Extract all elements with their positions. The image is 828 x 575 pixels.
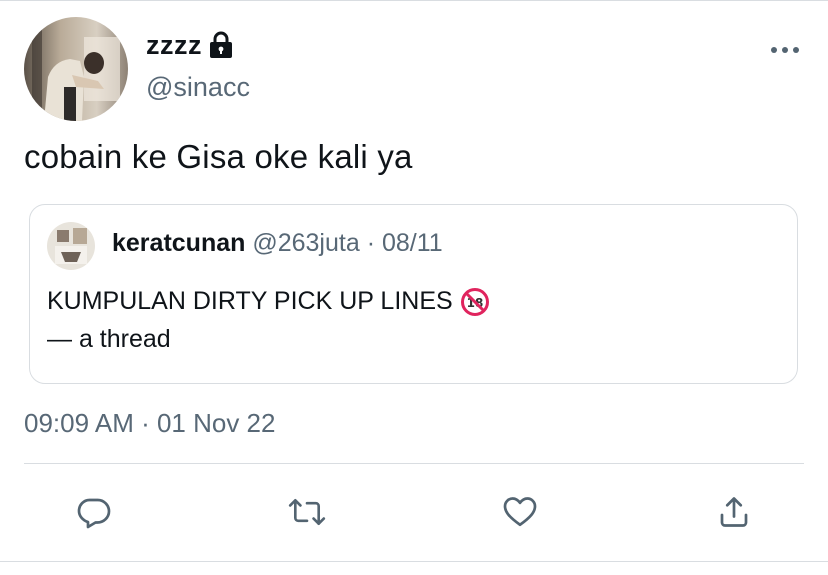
user-handle[interactable]: @sinacc [146, 72, 250, 103]
tweet-text: cobain ke Gisa oke kali ya [24, 138, 413, 175]
reply-button[interactable] [74, 492, 114, 532]
quoted-date[interactable]: 08/11 [382, 229, 443, 257]
share-icon [720, 497, 748, 527]
bottom-border [0, 561, 828, 562]
tweet-timestamp[interactable]: 09:09 AM · 01 Nov 22 [24, 408, 275, 439]
more-horizontal-icon[interactable] [769, 40, 801, 60]
lock-icon [208, 31, 234, 59]
reply-icon [77, 498, 111, 529]
quoted-display-name[interactable]: keratcunan [112, 229, 245, 257]
retweet-icon [288, 498, 326, 526]
quoted-avatar-photo [47, 222, 95, 270]
quoted-header: keratcunan @263juta · 08/11 [112, 229, 443, 258]
quoted-tweet-card[interactable]: keratcunan @263juta · 08/11 KUMPULAN DIR… [29, 204, 798, 384]
share-button[interactable] [714, 492, 754, 532]
quoted-separator: · [366, 229, 376, 257]
display-name[interactable]: zzzz [146, 30, 202, 61]
quoted-text-line-2: — a thread [47, 325, 171, 353]
no-one-under-eighteen-icon: 18 [460, 287, 489, 316]
avatar[interactable] [24, 17, 128, 121]
action-divider [24, 463, 804, 464]
quoted-handle[interactable]: @263juta [252, 229, 359, 257]
display-name-row: zzzz [146, 28, 234, 62]
retweet-button[interactable] [287, 492, 327, 532]
heart-icon [503, 497, 537, 527]
like-button[interactable] [500, 492, 540, 532]
avatar-photo [24, 17, 128, 121]
top-border [0, 0, 828, 1]
quoted-avatar[interactable] [47, 222, 95, 270]
quoted-text-line-1: KUMPULAN DIRTY PICK UP LINES 18 [47, 287, 489, 316]
quoted-text-title: KUMPULAN DIRTY PICK UP LINES [47, 287, 453, 315]
